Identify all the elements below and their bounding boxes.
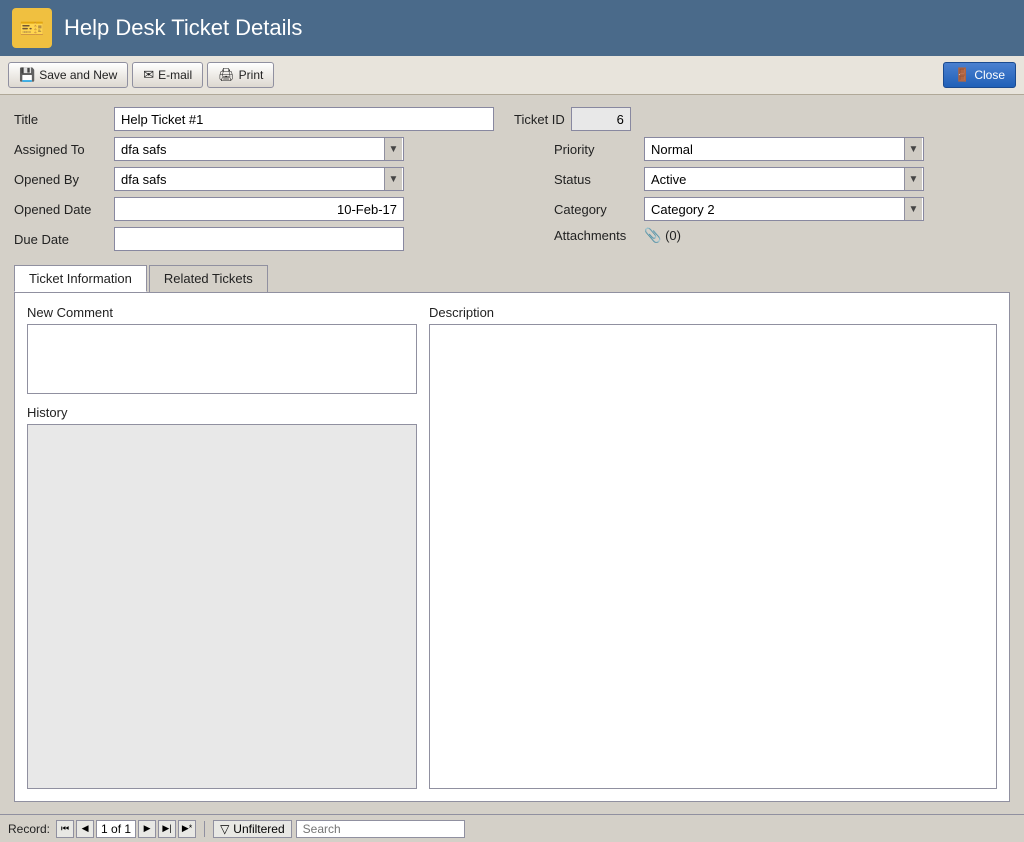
status-select-wrapper: Active ▼ [644,167,924,191]
title-input[interactable] [114,107,494,131]
attachments-value[interactable]: 📎 (0) [644,227,681,244]
due-date-label: Due Date [14,232,114,247]
email-label: E-mail [158,68,192,82]
attachments-label: Attachments [554,228,644,243]
nav-next-button[interactable]: ▶ [138,820,156,838]
status-bar: Record: ⏮ ◀ 1 of 1 ▶ ▶| ▶* ▽ Unfiltered [0,814,1024,842]
record-nav: ⏮ ◀ 1 of 1 ▶ ▶| ▶* [56,820,196,838]
history-section: History [27,405,417,789]
close-button[interactable]: 🚪 Close [943,62,1016,88]
print-button[interactable]: 🖨 Print [207,62,274,88]
opened-by-select[interactable]: dfa safs [114,167,404,191]
opened-date-input[interactable] [114,197,404,221]
attachments-count: (0) [665,228,681,243]
opened-by-select-wrapper: dfa safs ▼ [114,167,404,191]
assigned-to-row: Assigned To dfa safs ▼ [14,137,514,161]
ticket-id-input [571,107,631,131]
ticket-id-label: Ticket ID [514,112,565,127]
status-row: Status Active ▼ [554,167,924,191]
opened-date-row: Opened Date [14,197,514,221]
priority-select-wrapper: Normal ▼ [644,137,924,161]
two-column-form: Assigned To dfa safs ▼ Opened By dfa saf… [14,137,1010,257]
print-icon: 🖨 [218,67,235,83]
category-select[interactable]: Category 2 [644,197,924,221]
app-icon: 🎫 [12,8,52,48]
unfiltered-label: Unfiltered [233,822,284,836]
category-select-wrapper: Category 2 ▼ [644,197,924,221]
unfiltered-button[interactable]: ▽ Unfiltered [213,820,292,838]
form-area: Title Ticket ID Assigned To dfa safs ▼ [14,107,1010,257]
due-date-row: Due Date [14,227,514,251]
tab-bar: Ticket Information Related Tickets [14,265,1010,292]
history-label: History [27,405,417,420]
email-button[interactable]: ✉ E-mail [132,62,203,88]
save-and-new-label: Save and New [39,68,117,82]
tabs-container: Ticket Information Related Tickets New C… [14,265,1010,802]
save-and-new-button[interactable]: 💾 Save and New [8,62,128,88]
attachments-row: Attachments 📎 (0) [554,227,924,244]
title-label: Title [14,112,114,127]
priority-row: Priority Normal ▼ [554,137,924,161]
ticket-icon: 🎫 [20,16,45,41]
status-select[interactable]: Active [644,167,924,191]
new-comment-label: New Comment [27,305,417,320]
left-panel: New Comment History [27,305,417,789]
close-label: Close [974,68,1005,82]
right-panel: Description [429,305,997,789]
assigned-to-select-wrapper: dfa safs ▼ [114,137,404,161]
main-content: Title Ticket ID Assigned To dfa safs ▼ [0,95,1024,814]
tab-ticket-information[interactable]: Ticket Information [14,265,147,292]
new-comment-section: New Comment [27,305,417,397]
nav-first-button[interactable]: ⏮ [56,820,74,838]
category-row: Category Category 2 ▼ [554,197,924,221]
paperclip-icon: 📎 [644,227,661,243]
toolbar: 💾 Save and New ✉ E-mail 🖨 Print 🚪 Close [0,56,1024,95]
filter-icon: ▽ [220,822,229,836]
assigned-to-select[interactable]: dfa safs [114,137,404,161]
new-comment-textarea[interactable] [27,324,417,394]
left-form: Assigned To dfa safs ▼ Opened By dfa saf… [14,137,514,257]
description-label: Description [429,305,997,320]
app-title: Help Desk Ticket Details [64,15,302,41]
nav-new-button[interactable]: ▶* [178,820,196,838]
opened-by-label: Opened By [14,172,114,187]
priority-label: Priority [554,142,644,157]
email-icon: ✉ [143,67,154,83]
tab-content: New Comment History Description [14,292,1010,802]
ticket-id-group: Ticket ID [514,107,631,131]
opened-by-row: Opened By dfa safs ▼ [14,167,514,191]
nav-prev-button[interactable]: ◀ [76,820,94,838]
category-label: Category [554,202,644,217]
search-input[interactable] [296,820,465,838]
save-icon: 💾 [19,67,35,83]
nav-last-button[interactable]: ▶| [158,820,176,838]
description-textarea[interactable] [429,324,997,789]
tab-related-tickets[interactable]: Related Tickets [149,265,268,292]
history-box [27,424,417,789]
record-label: Record: [8,822,50,836]
due-date-input[interactable] [114,227,404,251]
assigned-to-label: Assigned To [14,142,114,157]
title-row: Title Ticket ID [14,107,1010,131]
priority-select[interactable]: Normal [644,137,924,161]
opened-date-label: Opened Date [14,202,114,217]
record-count: 1 of 1 [96,820,136,838]
right-form: Priority Normal ▼ Status Active [554,137,924,257]
close-icon: 🚪 [954,67,970,83]
status-divider [204,821,205,837]
app-header: 🎫 Help Desk Ticket Details [0,0,1024,56]
status-label: Status [554,172,644,187]
print-label: Print [239,68,264,82]
